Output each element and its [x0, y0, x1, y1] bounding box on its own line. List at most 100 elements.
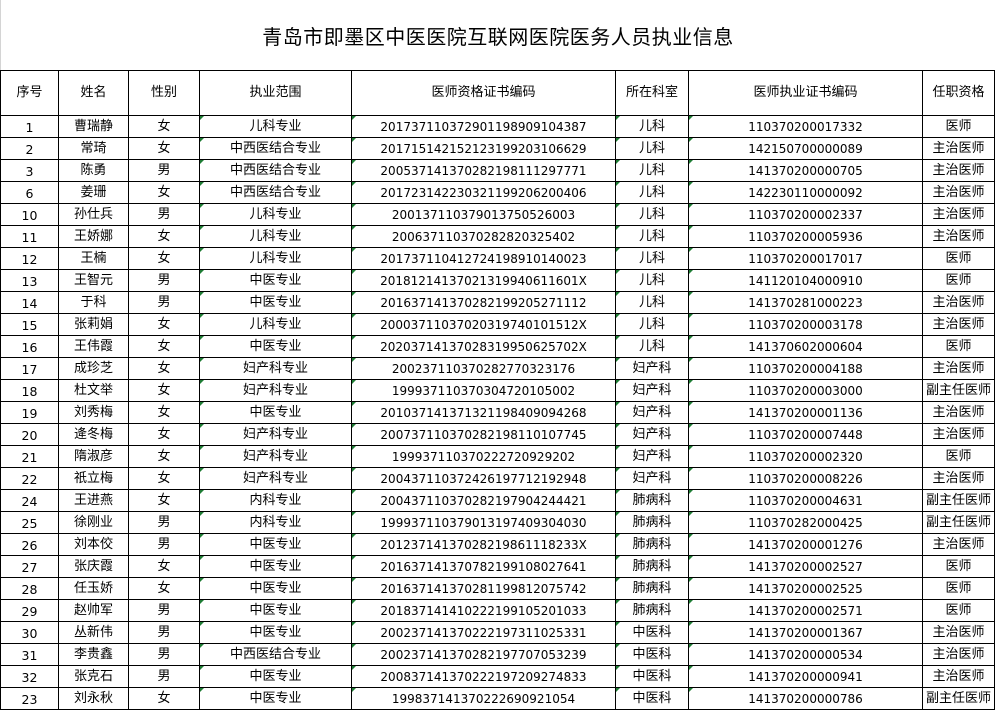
cell-seq[interactable]: 26	[0, 533, 59, 556]
cell-scope[interactable]: 中西医结合专业	[199, 643, 352, 666]
cell-title[interactable]: 主治医师	[922, 401, 995, 424]
cell-scope[interactable]: 中医专业	[199, 533, 352, 556]
cell-department[interactable]: 儿科	[615, 269, 689, 292]
cell-scope[interactable]: 中医专业	[199, 335, 352, 358]
cell-qualification-no[interactable]: 201837141410222199105201033	[351, 599, 616, 622]
cell-scope[interactable]: 中西医结合专业	[199, 159, 352, 182]
cell-gender[interactable]: 女	[128, 335, 200, 358]
cell-seq[interactable]: 21	[0, 445, 59, 468]
cell-gender[interactable]: 女	[128, 467, 200, 490]
cell-name[interactable]: 成珍芝	[58, 357, 129, 380]
cell-title[interactable]: 主治医师	[922, 665, 995, 688]
cell-scope[interactable]: 中医专业	[199, 665, 352, 688]
cell-gender[interactable]: 男	[128, 511, 200, 534]
cell-license-no[interactable]: 141370200002571	[688, 599, 923, 622]
cell-qualification-no[interactable]: 200237110370282770323176	[351, 357, 616, 380]
cell-license-no[interactable]: 110370200003178	[688, 313, 923, 336]
cell-title[interactable]: 医师	[922, 555, 995, 578]
cell-qualification-no[interactable]: 199937110370304720105002	[351, 379, 616, 402]
cell-title[interactable]: 医师	[922, 445, 995, 468]
cell-gender[interactable]: 女	[128, 687, 200, 710]
cell-gender[interactable]: 女	[128, 313, 200, 336]
cell-seq[interactable]: 14	[0, 291, 59, 314]
cell-title[interactable]: 副主任医师	[922, 511, 995, 534]
cell-qualification-no[interactable]: 200237141370222197311025331	[351, 621, 616, 644]
cell-license-no[interactable]: 141370200000705	[688, 159, 923, 182]
cell-seq[interactable]: 15	[0, 313, 59, 336]
cell-qualification-no[interactable]: 200437110370282197904244421	[351, 489, 616, 512]
cell-seq[interactable]: 13	[0, 269, 59, 292]
cell-scope[interactable]: 中西医结合专业	[199, 181, 352, 204]
cell-license-no[interactable]: 141370200001136	[688, 401, 923, 424]
cell-license-no[interactable]: 110370200002320	[688, 445, 923, 468]
cell-license-no[interactable]: 141370200001276	[688, 533, 923, 556]
cell-department[interactable]: 妇产科	[615, 379, 689, 402]
cell-department[interactable]: 肺病科	[615, 599, 689, 622]
cell-name[interactable]: 王娇娜	[58, 225, 129, 248]
cell-title[interactable]: 主治医师	[922, 467, 995, 490]
cell-gender[interactable]: 男	[128, 599, 200, 622]
cell-qualification-no[interactable]: 200637110370282820325402	[351, 225, 616, 248]
cell-scope[interactable]: 中医专业	[199, 599, 352, 622]
cell-scope[interactable]: 内科专业	[199, 511, 352, 534]
cell-scope[interactable]: 中医专业	[199, 401, 352, 424]
cell-department[interactable]: 妇产科	[615, 467, 689, 490]
cell-department[interactable]: 儿科	[615, 335, 689, 358]
cell-scope[interactable]: 中医专业	[199, 621, 352, 644]
cell-title[interactable]: 主治医师	[922, 225, 995, 248]
cell-gender[interactable]: 女	[128, 489, 200, 512]
cell-seq[interactable]: 31	[0, 643, 59, 666]
cell-department[interactable]: 妇产科	[615, 423, 689, 446]
cell-gender[interactable]: 男	[128, 665, 200, 688]
cell-department[interactable]: 儿科	[615, 181, 689, 204]
cell-seq[interactable]: 2	[0, 137, 59, 160]
cell-seq[interactable]: 27	[0, 555, 59, 578]
cell-scope[interactable]: 中医专业	[199, 555, 352, 578]
cell-seq[interactable]: 1	[0, 115, 59, 138]
cell-name[interactable]: 王进燕	[58, 489, 129, 512]
cell-department[interactable]: 肺病科	[615, 577, 689, 600]
cell-title[interactable]: 主治医师	[922, 643, 995, 666]
cell-department[interactable]: 肺病科	[615, 511, 689, 534]
cell-department[interactable]: 肺病科	[615, 533, 689, 556]
cell-seq[interactable]: 22	[0, 467, 59, 490]
cell-scope[interactable]: 中医专业	[199, 687, 352, 710]
cell-gender[interactable]: 女	[128, 555, 200, 578]
cell-gender[interactable]: 女	[128, 115, 200, 138]
cell-license-no[interactable]: 110370200007448	[688, 423, 923, 446]
cell-qualification-no[interactable]: 200437110372426197712192948	[351, 467, 616, 490]
cell-gender[interactable]: 男	[128, 621, 200, 644]
cell-qualification-no[interactable]: 201637141370782199108027641	[351, 555, 616, 578]
cell-name[interactable]: 孙仕兵	[58, 203, 129, 226]
cell-scope[interactable]: 妇产科专业	[199, 445, 352, 468]
cell-qualification-no[interactable]: 201637141370281199812075742	[351, 577, 616, 600]
cell-department[interactable]: 妇产科	[615, 445, 689, 468]
cell-license-no[interactable]: 110370282000425	[688, 511, 923, 534]
cell-seq[interactable]: 25	[0, 511, 59, 534]
cell-qualification-no[interactable]: 20123714137028219861118233X	[351, 533, 616, 556]
cell-name[interactable]: 祇立梅	[58, 467, 129, 490]
cell-qualification-no[interactable]: 201737110372901198909104387	[351, 115, 616, 138]
cell-department[interactable]: 中医科	[615, 665, 689, 688]
cell-department[interactable]: 儿科	[615, 225, 689, 248]
cell-scope[interactable]: 妇产科专业	[199, 423, 352, 446]
cell-seq[interactable]: 17	[0, 357, 59, 380]
cell-name[interactable]: 刘秀梅	[58, 401, 129, 424]
cell-name[interactable]: 张克石	[58, 665, 129, 688]
cell-qualification-no[interactable]: 199937110370222720929202	[351, 445, 616, 468]
cell-department[interactable]: 肺病科	[615, 555, 689, 578]
cell-gender[interactable]: 男	[128, 533, 200, 556]
cell-gender[interactable]: 男	[128, 269, 200, 292]
cell-department[interactable]: 儿科	[615, 247, 689, 270]
cell-gender[interactable]: 女	[128, 445, 200, 468]
cell-license-no[interactable]: 110370200017332	[688, 115, 923, 138]
cell-seq[interactable]: 23	[0, 687, 59, 710]
cell-qualification-no[interactable]: 20203714137028319950625702X	[351, 335, 616, 358]
cell-seq[interactable]: 11	[0, 225, 59, 248]
cell-license-no[interactable]: 141120104000910	[688, 269, 923, 292]
cell-gender[interactable]: 女	[128, 247, 200, 270]
cell-name[interactable]: 王楠	[58, 247, 129, 270]
cell-department[interactable]: 肺病科	[615, 489, 689, 512]
cell-name[interactable]: 任玉娇	[58, 577, 129, 600]
cell-scope[interactable]: 儿科专业	[199, 247, 352, 270]
